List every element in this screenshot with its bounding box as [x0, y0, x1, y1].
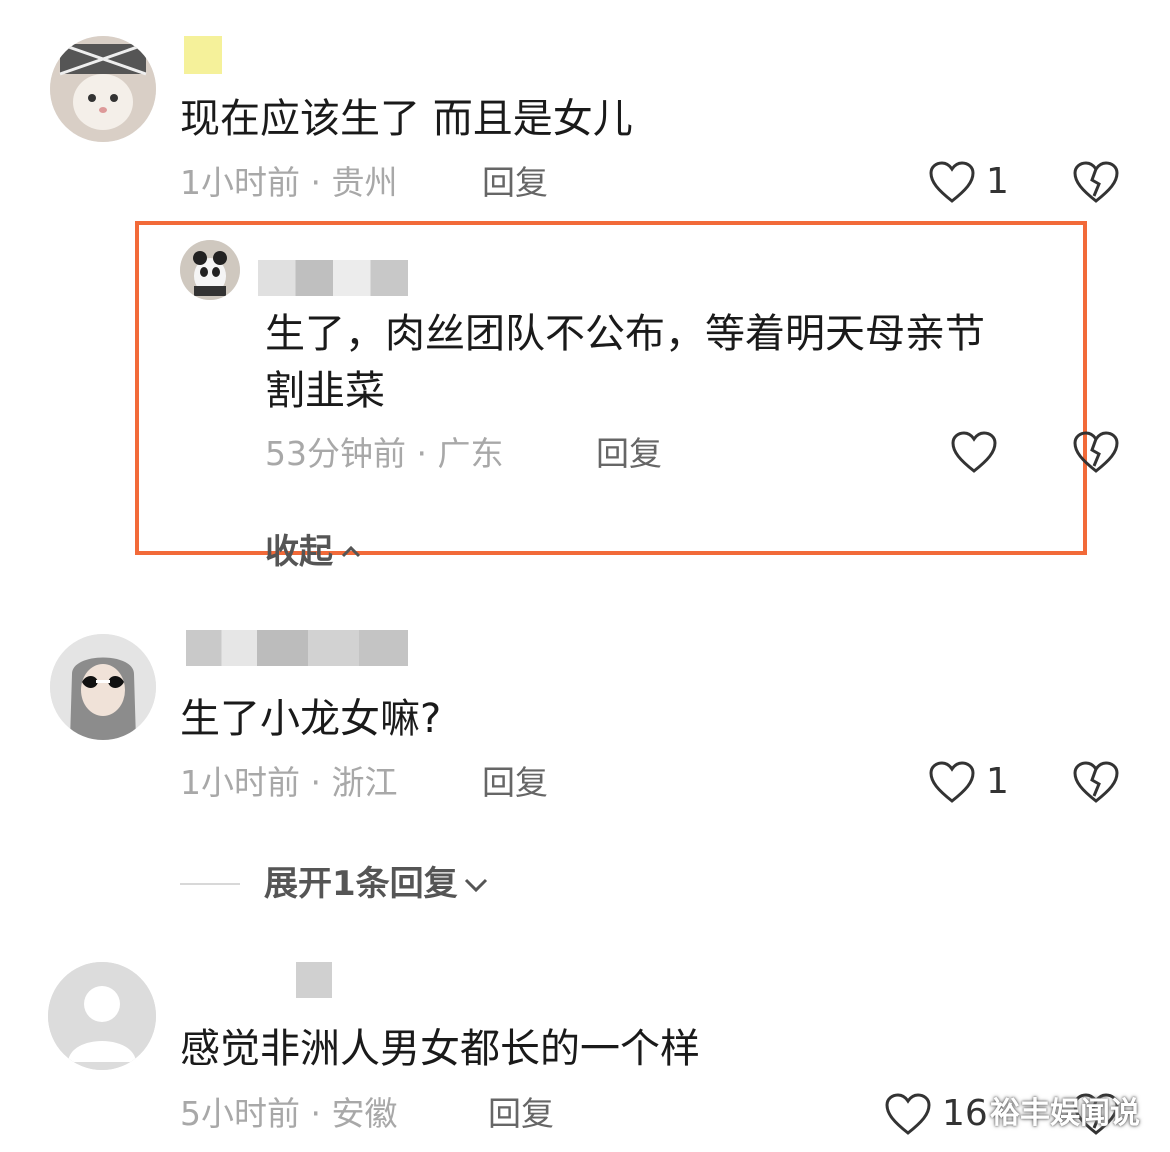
collapse-replies-button[interactable]: 收起	[265, 530, 363, 574]
heart-outline-icon	[884, 1092, 932, 1136]
chevron-down-icon	[462, 872, 490, 896]
comment-text: 感觉非洲人男女都长的一个样	[180, 1026, 700, 1072]
heart-outline-icon	[928, 760, 976, 804]
comment-meta: 5小时前 · 安徽	[180, 1094, 398, 1133]
username-redacted	[184, 36, 222, 74]
reply-button[interactable]: 回复	[488, 1094, 554, 1134]
avatar-default[interactable]	[48, 962, 156, 1070]
username-redacted	[296, 962, 332, 998]
like-count: 1	[986, 161, 1009, 202]
broken-heart-icon[interactable]	[1072, 430, 1120, 474]
avatar-cat[interactable]	[50, 36, 156, 142]
expand-label: 展开1条回复	[264, 864, 458, 904]
comment-page: 现在应该生了 而且是女儿 1小时前 · 贵州 回复 1 生了，肉丝团队不公布，等…	[0, 0, 1170, 1152]
reply-meta: 53分钟前 · 广东	[265, 434, 504, 473]
reply-button[interactable]: 回复	[596, 434, 662, 474]
comment-text: 生了小龙女嘛?	[180, 696, 442, 742]
heart-outline-icon	[928, 160, 976, 204]
avatar-girl[interactable]	[50, 634, 156, 740]
broken-heart-icon[interactable]	[1072, 160, 1120, 204]
chevron-up-icon	[339, 540, 363, 564]
like-count: 1	[986, 761, 1009, 802]
like-button[interactable]: 16	[884, 1092, 988, 1136]
reply-text-line2: 割韭菜	[265, 368, 385, 414]
like-button[interactable]: 1	[928, 760, 1009, 804]
expand-replies-button[interactable]: 展开1条回复	[180, 862, 490, 906]
username-redacted	[186, 630, 408, 666]
collapse-label: 收起	[265, 532, 333, 572]
watermark: 裕丰娱闻说	[990, 1096, 1140, 1131]
comment-meta: 1小时前 · 浙江	[180, 763, 398, 802]
like-button[interactable]: 1	[928, 160, 1009, 204]
reply-text-line1: 生了，肉丝团队不公布，等着明天母亲节	[265, 311, 985, 357]
reply-button[interactable]: 回复	[482, 163, 548, 203]
like-count: 16	[942, 1093, 988, 1134]
divider	[180, 883, 240, 885]
broken-heart-icon[interactable]	[1072, 760, 1120, 804]
comment-meta: 1小时前 · 贵州	[180, 163, 398, 202]
avatar-panda[interactable]	[180, 240, 240, 300]
comment-text: 现在应该生了 而且是女儿	[180, 96, 633, 142]
reply-button[interactable]: 回复	[482, 763, 548, 803]
username-redacted	[258, 260, 408, 296]
heart-outline-icon[interactable]	[950, 430, 998, 474]
